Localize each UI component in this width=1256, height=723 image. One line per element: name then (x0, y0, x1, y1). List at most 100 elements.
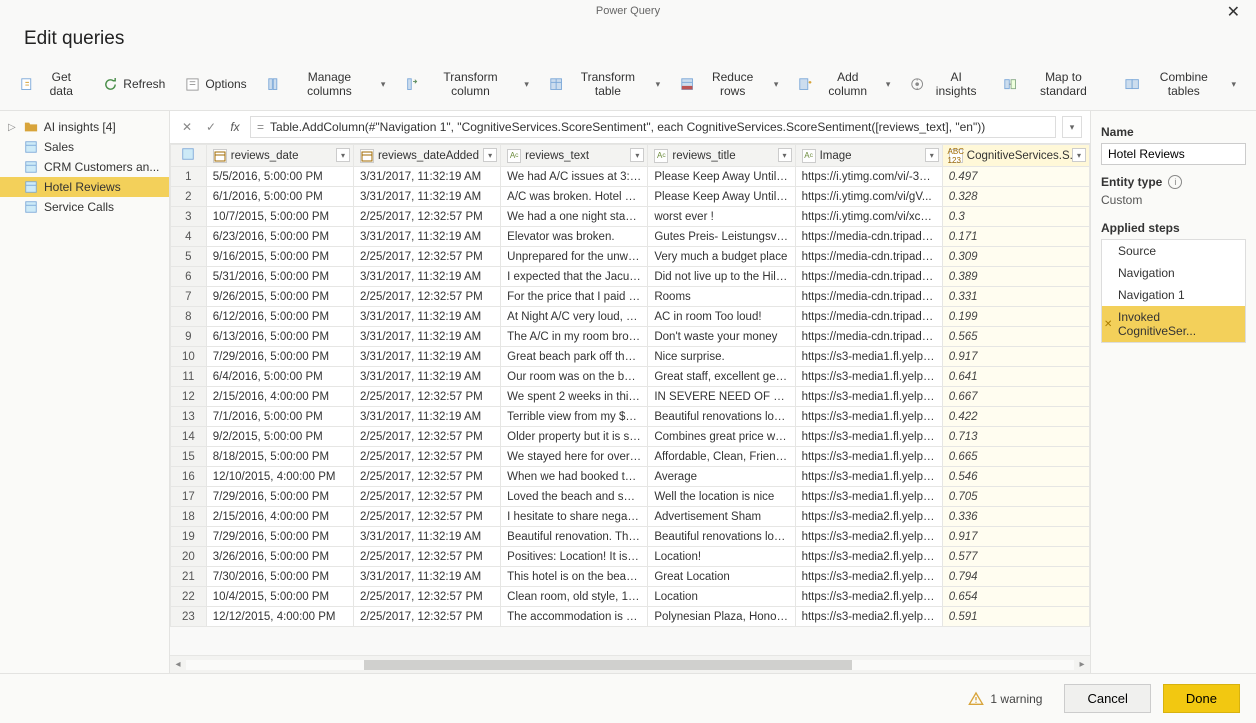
ribbon-aiinsights-button[interactable]: AI insights (902, 66, 990, 102)
cell[interactable]: 2/25/2017, 12:32:57 PM (353, 427, 500, 447)
cell[interactable]: We stayed here for over a ... (501, 447, 648, 467)
cell[interactable]: 3/31/2017, 11:32:19 AM (353, 187, 500, 207)
cell[interactable]: https://s3-media2.fl.yelpcd... (795, 547, 942, 567)
cell[interactable]: 7/29/2016, 5:00:00 PM (206, 487, 353, 507)
cell[interactable]: 2/25/2017, 12:32:57 PM (353, 487, 500, 507)
cell[interactable]: 0.171 (942, 227, 1089, 247)
cell[interactable]: https://media-cdn.tripadvi... (795, 327, 942, 347)
cell[interactable]: 3/31/2017, 11:32:19 AM (353, 347, 500, 367)
cell[interactable]: 3/31/2017, 11:32:19 AM (353, 227, 500, 247)
cell[interactable]: 9/16/2015, 5:00:00 PM (206, 247, 353, 267)
cell[interactable]: Did not live up to the Hilto... (648, 267, 795, 287)
cell[interactable]: We had A/C issues at 3:30 ... (501, 167, 648, 187)
cell[interactable]: 6/23/2016, 5:00:00 PM (206, 227, 353, 247)
cell[interactable]: Location (648, 587, 795, 607)
cell[interactable]: Nice surprise. (648, 347, 795, 367)
table-row[interactable]: 310/7/2015, 5:00:00 PM2/25/2017, 12:32:5… (171, 207, 1090, 227)
cancel-formula-icon[interactable]: ✕ (178, 118, 196, 136)
cell[interactable]: 5/31/2016, 5:00:00 PM (206, 267, 353, 287)
horizontal-scrollbar[interactable]: ◂ ▸ (170, 655, 1090, 673)
expand-formula-button[interactable]: ▾ (1062, 116, 1082, 138)
cell[interactable]: https://media-cdn.tripadvi... (795, 247, 942, 267)
cell[interactable]: 12/10/2015, 4:00:00 PM (206, 467, 353, 487)
column-header[interactable]: Acreviews_text▾ (501, 145, 648, 167)
info-icon[interactable]: i (1168, 175, 1182, 189)
cell[interactable]: https://media-cdn.tripadvi... (795, 307, 942, 327)
cell[interactable]: 0.565 (942, 327, 1089, 347)
warning-badge[interactable]: 1 warning (968, 691, 1042, 707)
cell[interactable]: 2/25/2017, 12:32:57 PM (353, 287, 500, 307)
cell[interactable]: Rooms (648, 287, 795, 307)
cell[interactable]: 7/1/2016, 5:00:00 PM (206, 407, 353, 427)
cell[interactable]: Terrible view from my $300... (501, 407, 648, 427)
cell[interactable]: https://media-cdn.tripadvi... (795, 287, 942, 307)
cell[interactable]: 0.309 (942, 247, 1089, 267)
cell[interactable]: 2/25/2017, 12:32:57 PM (353, 587, 500, 607)
ribbon-transformtbl-button[interactable]: Transform table▾ (541, 66, 668, 102)
cell[interactable]: For the price that I paid for... (501, 287, 648, 307)
cell[interactable]: Don't waste your money (648, 327, 795, 347)
cell[interactable]: Loved the beach and service (501, 487, 648, 507)
fx-icon[interactable]: fx (226, 118, 244, 136)
scroll-left-icon[interactable]: ◂ (170, 659, 186, 670)
cell[interactable]: Great beach park off the la... (501, 347, 648, 367)
column-filter-icon[interactable]: ▾ (1072, 148, 1086, 162)
delete-step-icon[interactable]: ✕ (1104, 319, 1112, 330)
cell[interactable]: 2/25/2017, 12:32:57 PM (353, 607, 500, 627)
cell[interactable]: 2/25/2017, 12:32:57 PM (353, 207, 500, 227)
cell[interactable]: Unprepared for the unwelc... (501, 247, 648, 267)
table-row[interactable]: 122/15/2016, 4:00:00 PM2/25/2017, 12:32:… (171, 387, 1090, 407)
cell[interactable]: Gutes Preis- Leistungsverh... (648, 227, 795, 247)
cell[interactable]: 0.667 (942, 387, 1089, 407)
ribbon-refresh-button[interactable]: Refresh (95, 66, 173, 102)
commit-formula-icon[interactable]: ✓ (202, 118, 220, 136)
table-row[interactable]: 158/18/2015, 5:00:00 PM2/25/2017, 12:32:… (171, 447, 1090, 467)
cell[interactable]: 3/26/2016, 5:00:00 PM (206, 547, 353, 567)
ribbon-reducerows-button[interactable]: Reduce rows▾ (672, 66, 786, 102)
cell[interactable]: 6/4/2016, 5:00:00 PM (206, 367, 353, 387)
ribbon-transformcol-button[interactable]: Transform column▾ (397, 66, 536, 102)
table-row[interactable]: 116/4/2016, 5:00:00 PM3/31/2017, 11:32:1… (171, 367, 1090, 387)
cell[interactable]: Polynesian Plaza, Honolulu (648, 607, 795, 627)
table-row[interactable]: 86/12/2016, 5:00:00 PM3/31/2017, 11:32:1… (171, 307, 1090, 327)
cell[interactable]: https://s3-media1.fl.yelpcd... (795, 447, 942, 467)
column-header[interactable]: reviews_date▾ (206, 145, 353, 167)
cell[interactable]: 3/31/2017, 11:32:19 AM (353, 367, 500, 387)
cell[interactable]: IN SEVERE NEED OF UPDA... (648, 387, 795, 407)
applied-step[interactable]: Source (1102, 240, 1245, 262)
cell[interactable]: https://s3-media1.fl.yelpcd... (795, 387, 942, 407)
cell[interactable]: 0.917 (942, 347, 1089, 367)
cell[interactable]: worst ever ! (648, 207, 795, 227)
table-row[interactable]: 96/13/2016, 5:00:00 PM3/31/2017, 11:32:1… (171, 327, 1090, 347)
table-row[interactable]: 65/31/2016, 5:00:00 PM3/31/2017, 11:32:1… (171, 267, 1090, 287)
cell[interactable]: 3/31/2017, 11:32:19 AM (353, 567, 500, 587)
cell[interactable]: 0.794 (942, 567, 1089, 587)
cell[interactable]: 7/29/2016, 5:00:00 PM (206, 527, 353, 547)
cell[interactable]: https://s3-media1.fl.yelpcd... (795, 487, 942, 507)
cell[interactable]: Advertisement Sham (648, 507, 795, 527)
ribbon-getdata-button[interactable]: Get data (12, 66, 91, 102)
column-filter-icon[interactable]: ▾ (630, 148, 644, 162)
table-row[interactable]: 1612/10/2015, 4:00:00 PM2/25/2017, 12:32… (171, 467, 1090, 487)
cancel-button[interactable]: Cancel (1064, 684, 1150, 713)
cell[interactable]: 9/26/2015, 5:00:00 PM (206, 287, 353, 307)
data-grid[interactable]: reviews_date▾reviews_dateAdded▾Acreviews… (170, 144, 1090, 627)
cell[interactable]: 8/18/2015, 5:00:00 PM (206, 447, 353, 467)
cell[interactable]: 2/25/2017, 12:32:57 PM (353, 387, 500, 407)
table-row[interactable]: 107/29/2016, 5:00:00 PM3/31/2017, 11:32:… (171, 347, 1090, 367)
ribbon-managecols-button[interactable]: Manage columns▾ (259, 66, 394, 102)
cell[interactable]: https://s3-media1.fl.yelpcd... (795, 367, 942, 387)
table-row[interactable]: 26/1/2016, 5:00:00 PM3/31/2017, 11:32:19… (171, 187, 1090, 207)
cell[interactable]: We spent 2 weeks in this h... (501, 387, 648, 407)
applied-step[interactable]: ✕Invoked CognitiveSer... (1102, 306, 1245, 342)
cell[interactable]: https://s3-media2.fl.yelpcd... (795, 587, 942, 607)
cell[interactable]: Our room was on the bott... (501, 367, 648, 387)
table-row[interactable]: 149/2/2015, 5:00:00 PM2/25/2017, 12:32:5… (171, 427, 1090, 447)
cell[interactable]: 2/25/2017, 12:32:57 PM (353, 467, 500, 487)
cell[interactable]: Beautiful renovations locat... (648, 527, 795, 547)
cell[interactable]: Clean room, old style, 196... (501, 587, 648, 607)
cell[interactable]: https://media-cdn.tripadvi... (795, 267, 942, 287)
cell[interactable]: https://s3-media1.fl.yelpcd... (795, 407, 942, 427)
done-button[interactable]: Done (1163, 684, 1240, 713)
query-item[interactable]: Sales (0, 137, 169, 157)
